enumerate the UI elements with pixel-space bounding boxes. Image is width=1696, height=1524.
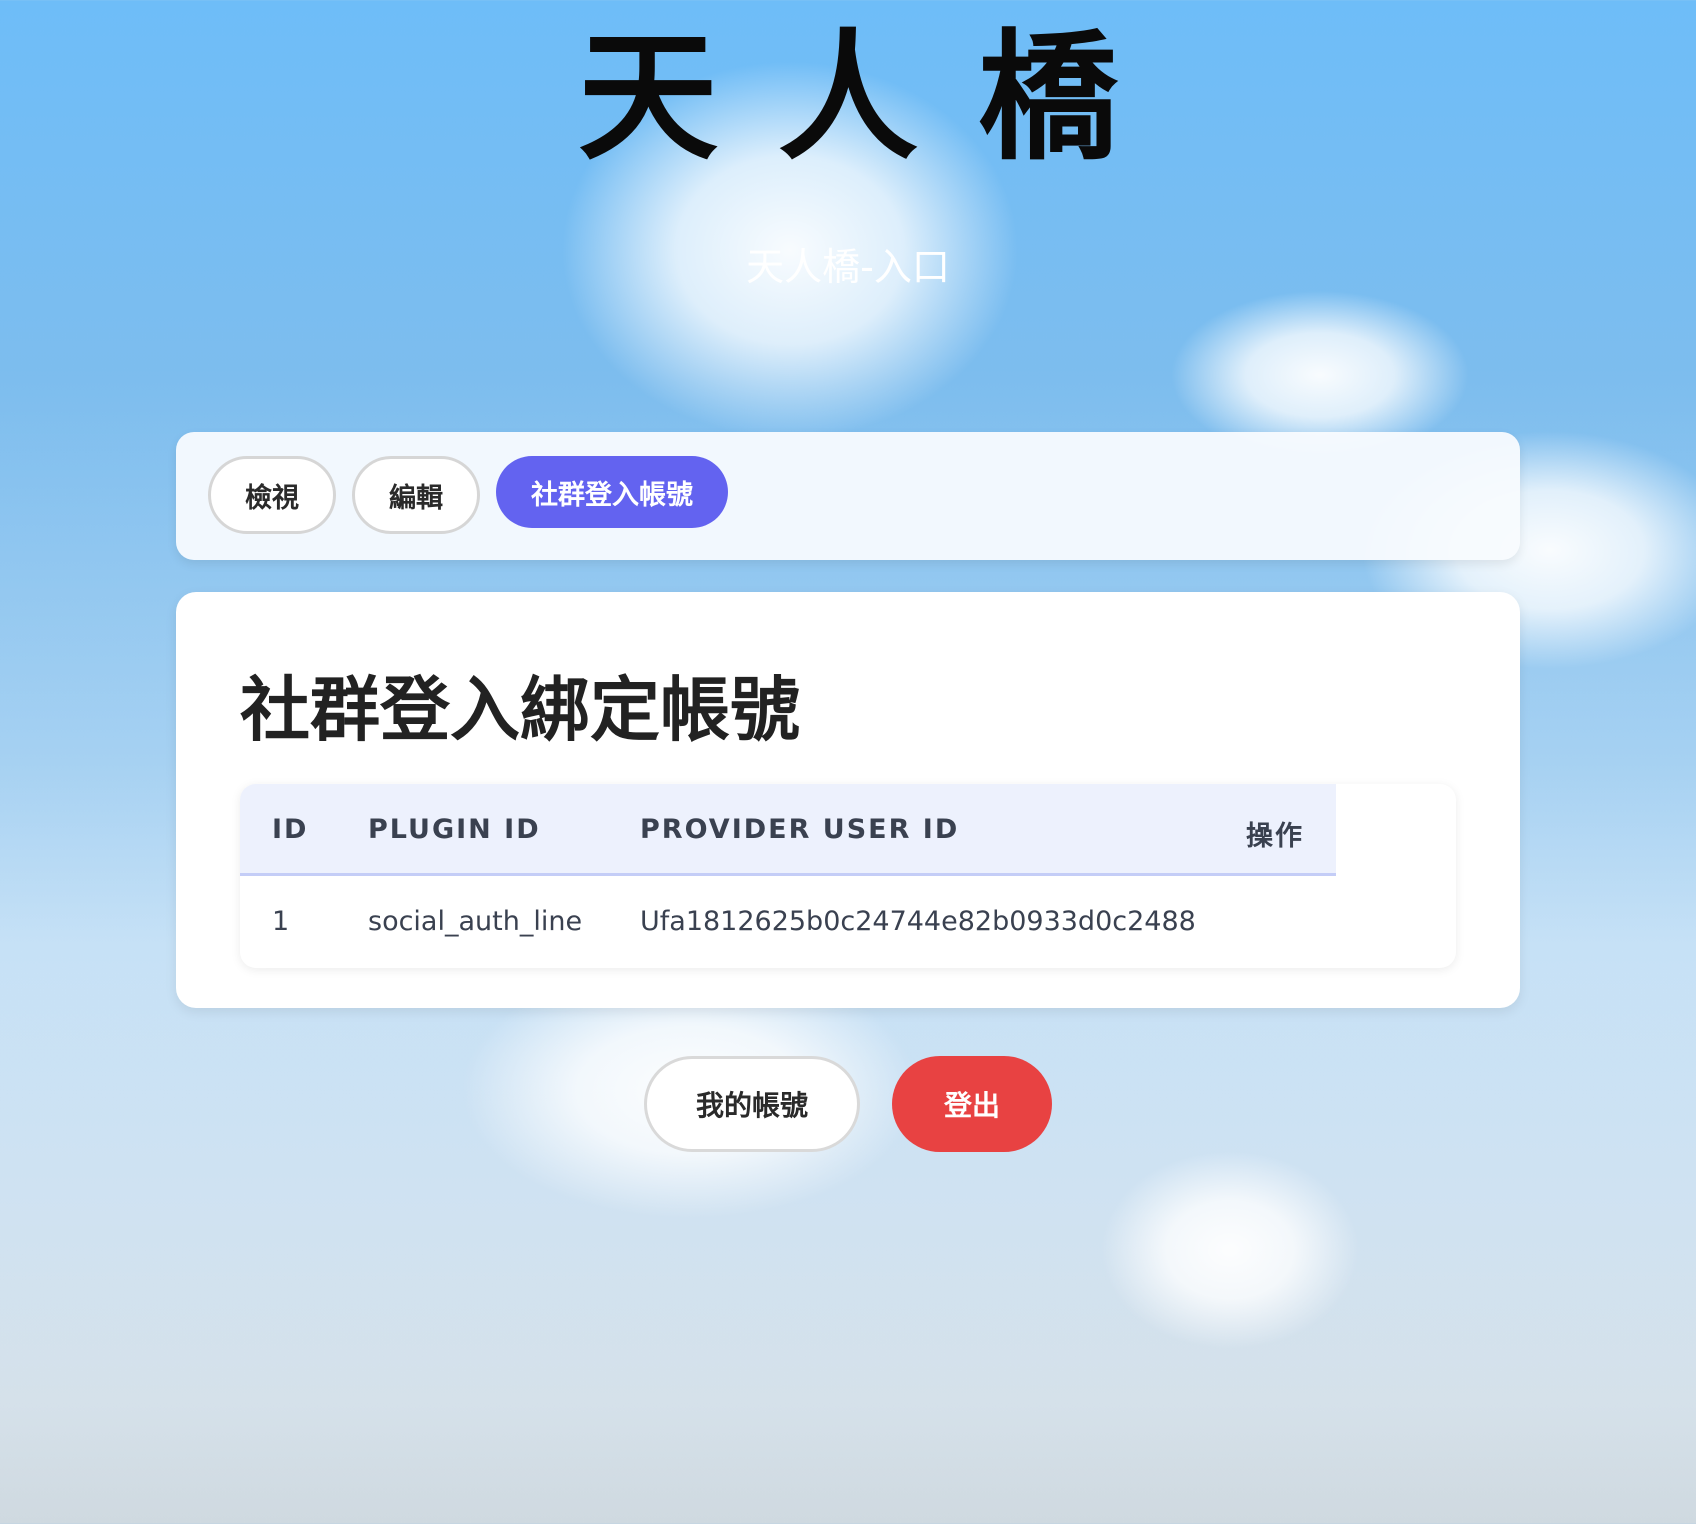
cell-id: 1 <box>272 906 290 937</box>
tab-bar: 檢視 編輯 社群登入帳號 <box>176 432 1520 560</box>
site-subtitle: 天人橋-入口 <box>746 245 950 289</box>
content-card: 社群登入綁定帳號 ID PLUGIN ID PROVIDER USER ID 操… <box>176 592 1520 1008</box>
column-header-plugin-id: PLUGIN ID <box>368 814 541 845</box>
cell-plugin-id: social_auth_line <box>368 906 583 937</box>
my-account-button[interactable]: 我的帳號 <box>644 1056 860 1152</box>
column-header-provider-user-id: PROVIDER USER ID <box>640 814 960 845</box>
social-accounts-table: ID PLUGIN ID PROVIDER USER ID 操作 1 socia… <box>240 784 1456 968</box>
tab-social-login-accounts[interactable]: 社群登入帳號 <box>496 456 728 528</box>
cell-provider-user-id: Ufa1812625b0c24744e82b0933d0c2488 <box>640 906 1196 937</box>
column-header-id: ID <box>272 814 309 845</box>
table-header: ID PLUGIN ID PROVIDER USER ID 操作 <box>240 784 1336 876</box>
tab-edit[interactable]: 編輯 <box>352 456 480 534</box>
tab-view[interactable]: 檢視 <box>208 456 336 534</box>
site-logo[interactable]: 天人橋 <box>0 28 1696 168</box>
background-cloud <box>1100 1150 1360 1350</box>
page-title: 社群登入綁定帳號 <box>240 669 800 751</box>
logout-button[interactable]: 登出 <box>892 1056 1052 1152</box>
column-header-actions: 操作 <box>1246 821 1304 852</box>
